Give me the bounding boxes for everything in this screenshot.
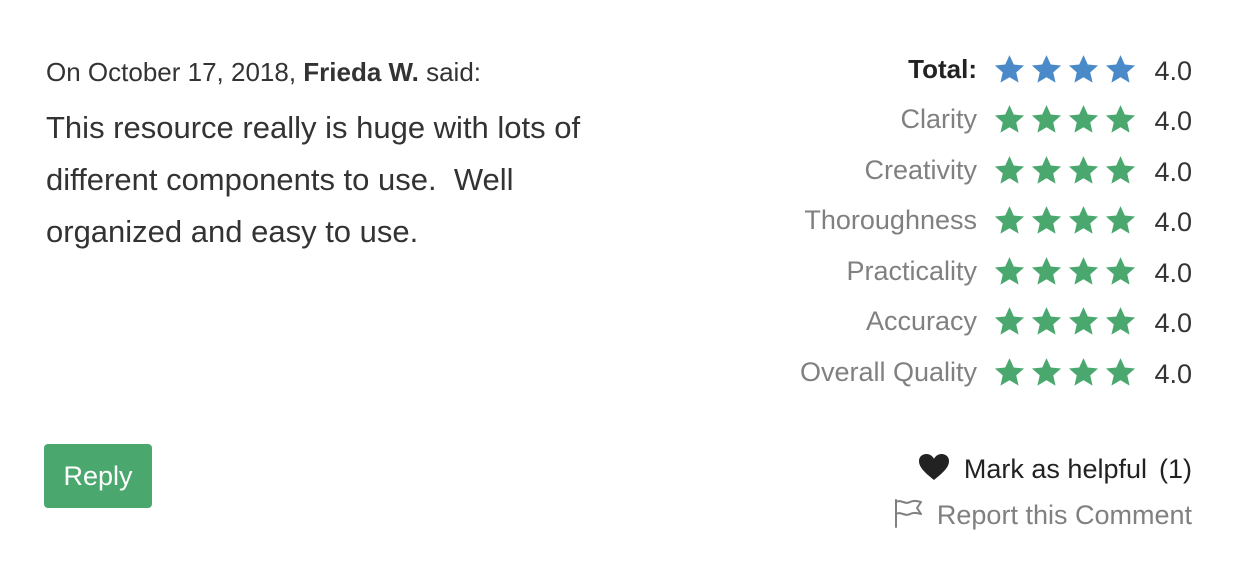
- rating-row-clarity: Clarity 4.0: [712, 95, 1192, 146]
- star-icon: [1030, 103, 1063, 136]
- star-rating: [993, 154, 1141, 187]
- helpful-count: (1): [1159, 453, 1192, 484]
- star-icon: [1030, 305, 1063, 338]
- star-rating: [993, 204, 1141, 237]
- report-comment-label: Report this Comment: [936, 499, 1192, 530]
- star-icon: [1104, 305, 1137, 338]
- star-icon: [993, 53, 1026, 86]
- rating-value: 4.0: [1154, 106, 1192, 137]
- rating-label: Creativity: [864, 154, 977, 185]
- rating-label: Clarity: [900, 104, 977, 135]
- review-card: On October 17, 2018, Frieda W. said: Thi…: [0, 0, 1242, 584]
- star-rating: [993, 356, 1141, 389]
- star-icon: [993, 255, 1026, 288]
- star-icon: [1067, 154, 1100, 187]
- star-icon: [1030, 154, 1063, 187]
- rating-row-total: Total: 4.0: [712, 44, 1192, 95]
- star-rating: [993, 103, 1141, 136]
- star-icon: [1104, 255, 1137, 288]
- star-icon: [993, 356, 1026, 389]
- star-icon: [1067, 53, 1100, 86]
- heart-icon: [918, 453, 950, 486]
- star-icon: [1067, 103, 1100, 136]
- star-icon: [1104, 154, 1137, 187]
- rating-value: 4.0: [1154, 257, 1192, 288]
- rating-label: Thoroughness: [804, 205, 977, 236]
- review-body: This resource really is huge with lots o…: [46, 110, 581, 249]
- review-content: On October 17, 2018, Frieda W. said: Thi…: [46, 54, 666, 258]
- star-icon: [1067, 305, 1100, 338]
- rating-value: 4.0: [1154, 308, 1192, 339]
- mark-helpful-label: Mark as helpful: [963, 453, 1147, 484]
- star-icon: [1104, 204, 1137, 237]
- rating-row-practicality: Practicality 4.0: [712, 246, 1192, 297]
- ratings-panel: Total: 4.0 Clarity 4.0 Creativity 4.0 Th…: [712, 44, 1192, 398]
- flag-icon: [893, 498, 923, 533]
- review-date: On October 17, 2018,: [46, 57, 297, 87]
- star-icon: [993, 305, 1026, 338]
- reply-button[interactable]: Reply: [44, 444, 152, 508]
- star-icon: [1067, 204, 1100, 237]
- comment-actions: Mark as helpful (1) Report this Comment: [772, 446, 1192, 538]
- star-icon: [1067, 255, 1100, 288]
- report-comment-link[interactable]: Report this Comment: [772, 492, 1192, 538]
- rating-value: 4.0: [1154, 156, 1192, 187]
- rating-value: 4.0: [1154, 55, 1192, 86]
- mark-helpful-button[interactable]: Mark as helpful (1): [772, 446, 1192, 492]
- star-rating: [993, 305, 1141, 338]
- star-icon: [1030, 255, 1063, 288]
- rating-row-thoroughness: Thoroughness 4.0: [712, 196, 1192, 247]
- rating-label: Practicality: [846, 255, 977, 286]
- star-icon: [1104, 356, 1137, 389]
- rating-label: Overall Quality: [799, 356, 977, 387]
- star-icon: [1104, 103, 1137, 136]
- byline-said: said:: [426, 57, 482, 87]
- rating-row-creativity: Creativity 4.0: [712, 145, 1192, 196]
- star-icon: [1030, 204, 1063, 237]
- rating-row-accuracy: Accuracy 4.0: [712, 297, 1192, 348]
- rating-row-overall-quality: Overall Quality 4.0: [712, 347, 1192, 398]
- star-icon: [1104, 53, 1137, 86]
- star-icon: [1067, 356, 1100, 389]
- rating-label: Accuracy: [865, 306, 977, 337]
- star-icon: [1030, 356, 1063, 389]
- star-rating: [993, 255, 1141, 288]
- rating-value: 4.0: [1154, 358, 1192, 389]
- star-icon: [993, 154, 1026, 187]
- star-icon: [993, 204, 1026, 237]
- rating-value: 4.0: [1154, 207, 1192, 238]
- rating-label: Total:: [908, 53, 977, 84]
- star-icon: [993, 103, 1026, 136]
- review-byline: On October 17, 2018, Frieda W. said:: [46, 54, 666, 90]
- review-author: Frieda W.: [303, 57, 419, 87]
- star-icon: [1030, 53, 1063, 86]
- star-rating: [993, 53, 1141, 86]
